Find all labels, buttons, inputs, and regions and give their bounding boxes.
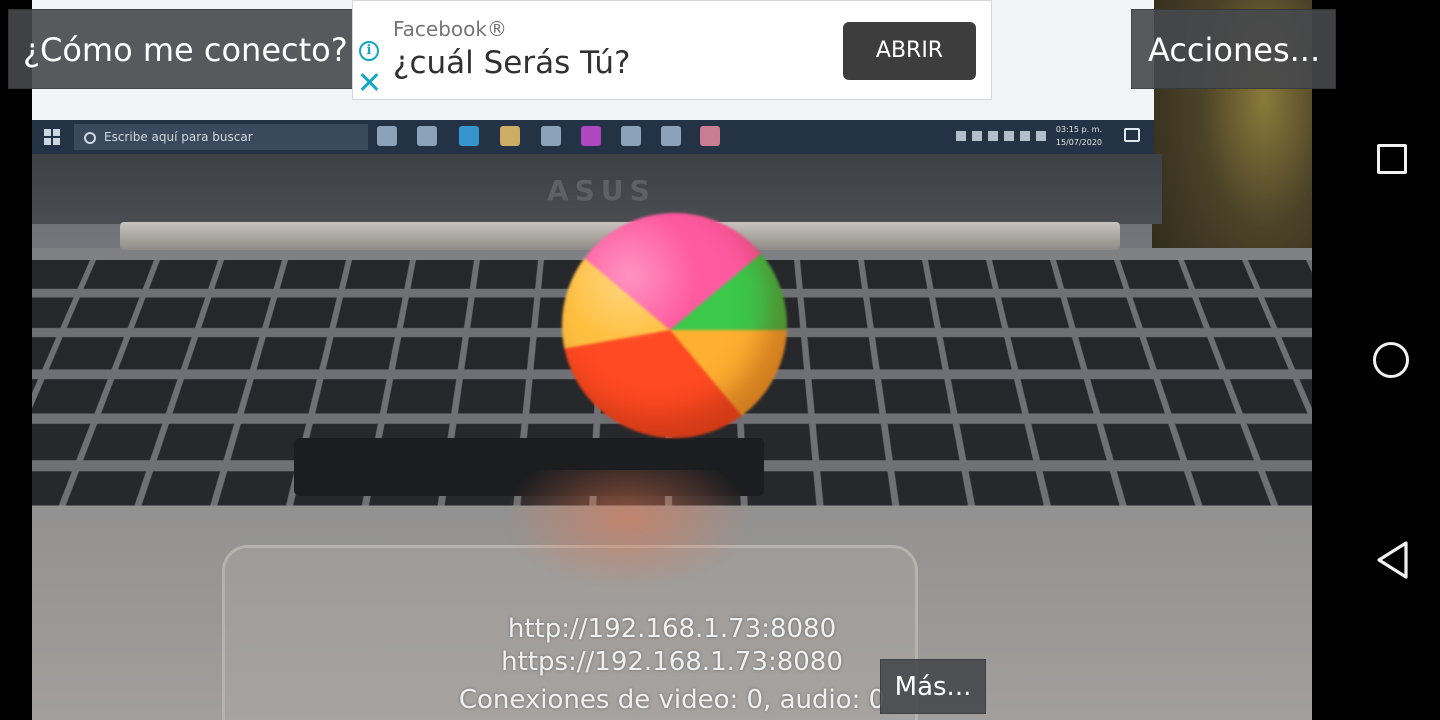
media-icon — [581, 126, 601, 146]
taskbar-app-icon — [417, 126, 437, 146]
taskbar-search-box: Escribe aquí para buscar — [74, 124, 368, 150]
back-icon[interactable] — [1375, 540, 1411, 580]
taskbar-search-icon — [84, 132, 96, 144]
actions-button[interactable]: Acciones... — [1131, 9, 1336, 89]
ad-headline: ¿cuál Serás Tú? — [393, 45, 631, 81]
taskbar-app-icon — [700, 126, 720, 146]
http-url: http://192.168.1.73:8080 — [507, 614, 837, 644]
recent-apps-icon[interactable] — [1377, 144, 1407, 174]
ad-open-button[interactable]: ABRIR — [843, 22, 976, 80]
more-button[interactable]: Más... — [880, 659, 986, 714]
laptop-taskbar: Escribe aquí para buscar 03:15 p. m. 15/… — [32, 120, 1154, 154]
how-to-connect-button[interactable]: ¿Cómo me conecto? — [8, 9, 358, 89]
ad-info-icon[interactable]: i — [359, 41, 379, 61]
ball-reflection — [502, 470, 752, 590]
folder-icon — [500, 126, 520, 146]
android-nav-bar — [1344, 0, 1440, 720]
taskbar-app-icon — [661, 126, 681, 146]
edge-icon — [459, 126, 479, 146]
ad-close-icon[interactable] — [358, 71, 380, 93]
colorful-ball — [562, 213, 787, 438]
taskbar-app-icon — [377, 126, 397, 146]
windows-start-icon — [44, 129, 60, 145]
taskbar-time: 03:15 p. m. — [1055, 125, 1102, 134]
laptop-brand-logo: ASUS — [547, 174, 656, 207]
system-tray-icons — [956, 131, 1046, 141]
taskbar-app-icon — [621, 126, 641, 146]
taskbar-date: 15/07/2020 — [1055, 138, 1102, 147]
ad-banner[interactable]: i Facebook® ¿cuál Serás Tú? ABRIR — [352, 0, 992, 100]
taskbar-clock: 03:15 p. m. 15/07/2020 — [1054, 123, 1102, 149]
notification-icon — [1124, 128, 1140, 142]
home-icon[interactable] — [1373, 342, 1409, 378]
store-icon — [541, 126, 561, 146]
app-screen: Escribe aquí para buscar 03:15 p. m. 15/… — [0, 0, 1440, 720]
ad-source: Facebook® — [393, 17, 507, 41]
camera-preview: Escribe aquí para buscar 03:15 p. m. 15/… — [32, 0, 1312, 720]
laptop-bezel: ASUS — [32, 154, 1162, 224]
